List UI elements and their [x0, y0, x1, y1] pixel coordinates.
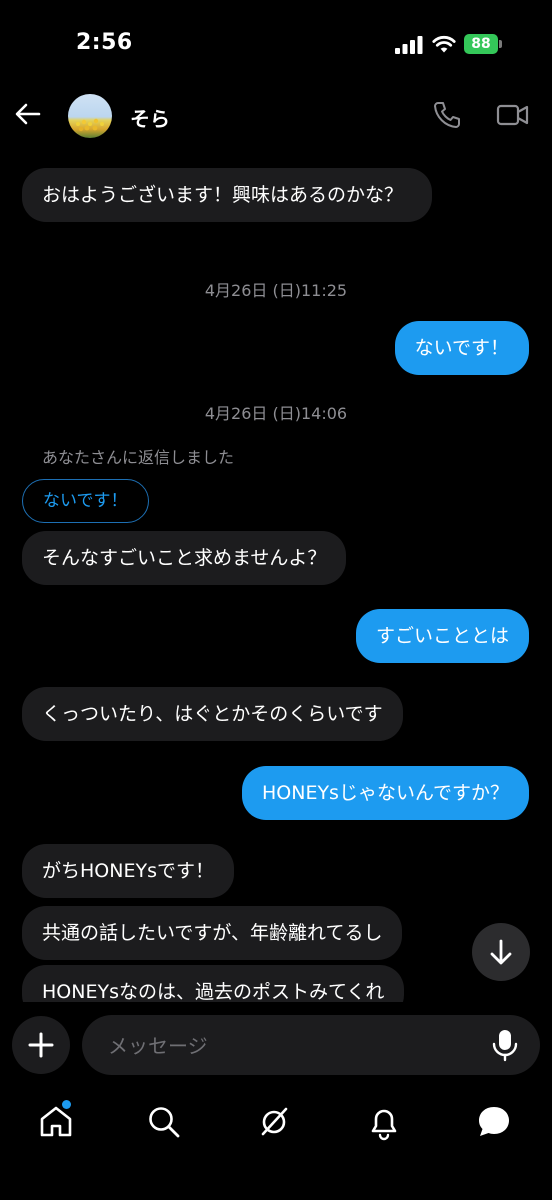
avatar-image — [76, 118, 104, 132]
add-attachment-button[interactable] — [12, 1016, 70, 1074]
incoming-message[interactable]: 共通の話したいですが、年齢離れてるし — [22, 906, 403, 960]
incoming-message[interactable]: おはようございます！興味はあるのかな？ — [22, 168, 432, 222]
phone-icon[interactable] — [432, 100, 462, 130]
avatar[interactable] — [68, 94, 112, 138]
bottom-tab-bar — [0, 1090, 552, 1200]
message-timestamp: 4月26日 (日)14:06 — [204, 404, 348, 423]
incoming-message[interactable]: そんなすごいこと求めませんよ？ — [22, 531, 347, 585]
back-arrow-icon[interactable] — [12, 98, 44, 130]
notification-dot — [62, 1100, 71, 1109]
reply-indicator: あなたさんに返信しました — [42, 448, 235, 467]
grok-icon[interactable] — [254, 1102, 294, 1142]
incoming-message[interactable]: HONEYsなのは、過去のポストみてくれ — [22, 965, 405, 1002]
cellular-signal-icon — [395, 36, 423, 54]
video-camera-icon[interactable] — [496, 100, 530, 130]
message-input-container — [82, 1015, 540, 1077]
search-icon[interactable] — [144, 1102, 184, 1142]
incoming-message[interactable]: くっついたり、はぐとかそのくらいです — [22, 687, 403, 741]
microphone-icon[interactable] — [490, 1028, 520, 1062]
message-clip: HONEYsなのは、過去のポストみてくれ — [0, 960, 552, 1002]
plus-icon — [28, 1032, 54, 1058]
scroll-to-bottom-button[interactable] — [472, 923, 530, 981]
outgoing-message[interactable]: ないです！ — [394, 321, 529, 375]
chat-icon[interactable] — [474, 1102, 514, 1142]
quoted-message[interactable]: ないです！ — [22, 479, 149, 523]
battery-level: 88 — [471, 36, 491, 52]
wifi-icon — [432, 35, 456, 53]
battery-indicator: 88 — [464, 34, 502, 54]
status-time: 2:56 — [76, 30, 133, 55]
incoming-message[interactable]: がちHONEYsです！ — [22, 844, 234, 898]
bell-icon[interactable] — [364, 1102, 404, 1142]
outgoing-message[interactable]: すごいこととは — [355, 609, 529, 663]
outgoing-message[interactable]: HONEYsじゃないんですか？ — [241, 766, 529, 820]
message-input[interactable] — [106, 1015, 480, 1077]
home-icon[interactable] — [36, 1102, 76, 1142]
message-timestamp: 4月26日 (日)11:25 — [204, 281, 348, 300]
arrow-down-icon — [490, 939, 512, 965]
contact-name[interactable]: そら — [130, 103, 170, 132]
